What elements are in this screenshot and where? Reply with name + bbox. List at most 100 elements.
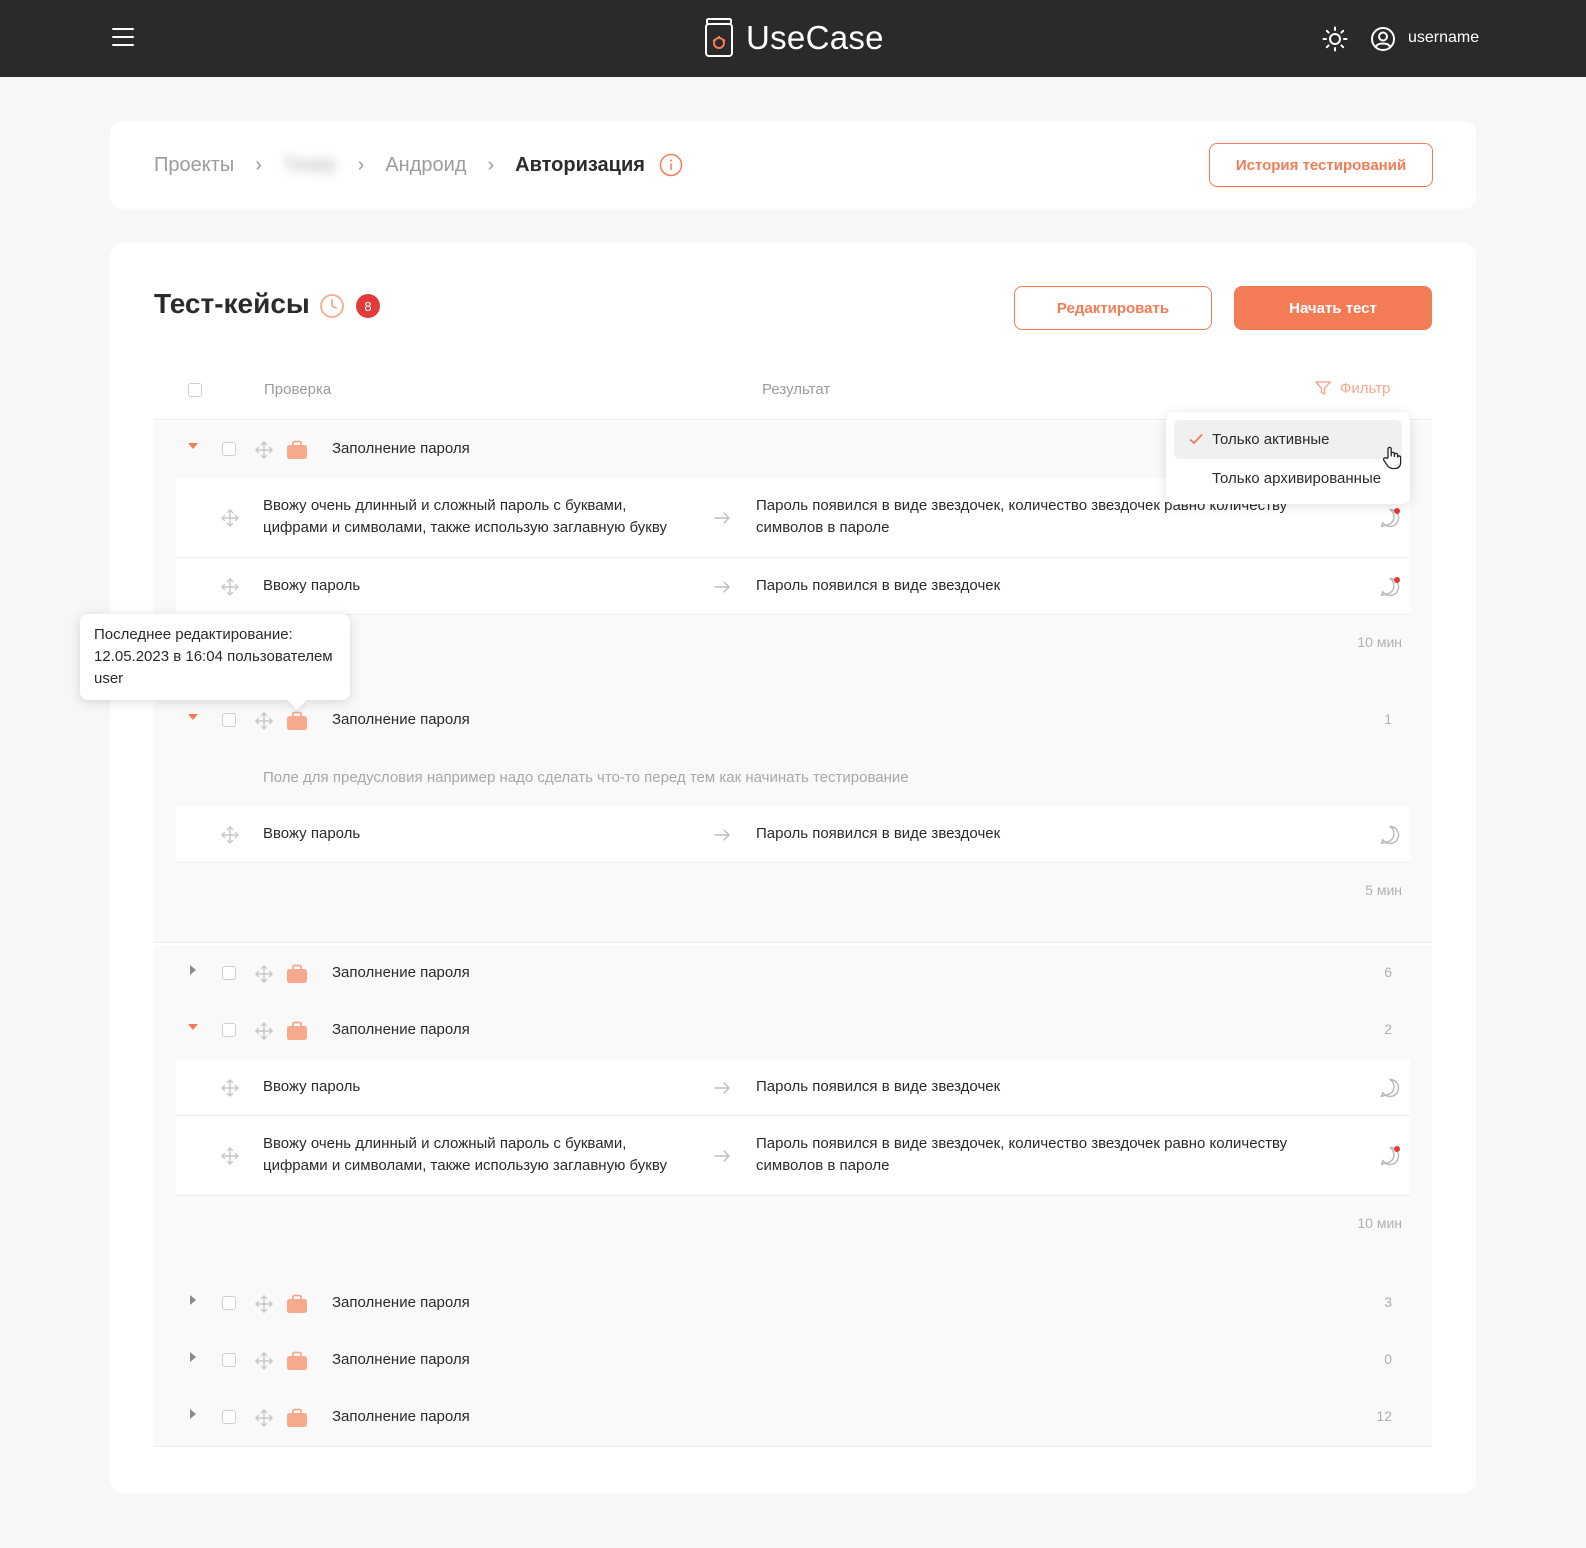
- filter-dropdown: Только активные Только архивированные: [1166, 412, 1410, 504]
- step-check[interactable]: Ввожу очень длинный и сложный пароль с б…: [263, 495, 693, 539]
- group-checkbox[interactable]: [222, 1296, 236, 1310]
- group-duration: 10 мин: [154, 1196, 1432, 1253]
- group-header[interactable]: Заполнение пароля 2: [154, 1002, 1432, 1059]
- folder-icon: [286, 1408, 308, 1432]
- group-checkbox[interactable]: [222, 713, 236, 727]
- group-count: 0: [1384, 1351, 1392, 1367]
- group-checkbox[interactable]: [222, 966, 236, 980]
- test-step-row: Ввожу пароль Пароль появился в виде звезд…: [176, 558, 1410, 615]
- logo[interactable]: UseCase: [704, 16, 884, 60]
- filter-label: Фильтр: [1340, 379, 1391, 397]
- filter-option-label: Только активные: [1212, 431, 1330, 448]
- sun-icon[interactable]: [1322, 26, 1348, 52]
- breadcrumb-item-android[interactable]: Андроид: [385, 154, 466, 177]
- breadcrumb-item-project[interactable]: Тизер: [283, 154, 337, 177]
- test-case-group: Заполнение пароля 0: [154, 1332, 1432, 1390]
- step-check-line: Ввожу очень длинный и сложный пароль с б…: [263, 497, 627, 514]
- step-check-line: цифрами и символами, также использую заг…: [263, 519, 667, 536]
- breadcrumb-item-current: Авторизация: [515, 153, 645, 176]
- drag-icon[interactable]: [220, 1146, 240, 1170]
- group-header[interactable]: Заполнение пароля 3: [154, 1275, 1432, 1332]
- breadcrumb-item-projects[interactable]: Проекты: [154, 154, 234, 177]
- comment-icon[interactable]: [1379, 1077, 1401, 1099]
- step-check[interactable]: Ввожу пароль: [263, 575, 693, 597]
- caret-icon[interactable]: [190, 1352, 196, 1362]
- step-check[interactable]: Ввожу пароль: [263, 1076, 693, 1098]
- group-count: 3: [1384, 1294, 1392, 1310]
- drag-icon[interactable]: [254, 1408, 274, 1432]
- drag-icon[interactable]: [254, 1351, 274, 1375]
- filter-option-archived[interactable]: Только архивированные: [1174, 459, 1402, 498]
- folder-icon: [286, 711, 308, 735]
- caret-icon[interactable]: [188, 443, 198, 449]
- start-test-button[interactable]: Начать тест: [1234, 286, 1432, 330]
- edit-button[interactable]: Редактировать: [1014, 286, 1212, 330]
- group-checkbox[interactable]: [222, 1353, 236, 1367]
- drag-icon[interactable]: [220, 508, 240, 532]
- arrow-right-icon: [712, 1146, 732, 1170]
- step-result[interactable]: Пароль появился в виде звездочек, количе…: [756, 1133, 1326, 1177]
- check-icon: [1189, 433, 1203, 445]
- step-check[interactable]: Ввожу очень длинный и сложный пароль с б…: [263, 1133, 693, 1177]
- caret-icon[interactable]: [190, 965, 196, 975]
- caret-icon[interactable]: [188, 1024, 198, 1030]
- group-name: Заполнение пароля: [332, 1021, 470, 1038]
- column-header-result: Результат: [762, 381, 831, 398]
- group-header[interactable]: Заполнение пароля 0: [154, 1332, 1432, 1389]
- comment-icon[interactable]: [1379, 507, 1401, 529]
- app-name: UseCase: [746, 19, 884, 56]
- group-checkbox[interactable]: [222, 442, 236, 456]
- test-step-row: Ввожу очень длинный и сложный пароль с б…: [176, 1116, 1410, 1196]
- step-check[interactable]: Ввожу пароль: [263, 823, 693, 845]
- group-name: Заполнение пароля: [332, 711, 470, 728]
- info-icon[interactable]: [659, 153, 683, 177]
- group-header[interactable]: Заполнение пароля 6: [154, 945, 1432, 1002]
- drag-icon[interactable]: [254, 1021, 274, 1045]
- step-result[interactable]: Пароль появился в виде звездочек: [756, 575, 1326, 597]
- arrow-right-icon: [712, 508, 732, 532]
- menu-icon[interactable]: [112, 28, 134, 46]
- drag-icon[interactable]: [254, 964, 274, 988]
- drag-icon[interactable]: [254, 711, 274, 735]
- chevron-right-icon: ›: [357, 153, 365, 176]
- tooltip-line: user: [94, 670, 124, 687]
- step-result-line: Пароль появился в виде звездочек: [756, 577, 1001, 594]
- step-check-line: цифрами и символами, также использую заг…: [263, 1157, 667, 1174]
- page-title: Тест-кейсы: [154, 288, 310, 319]
- folder-icon: [286, 1021, 308, 1045]
- group-checkbox[interactable]: [222, 1410, 236, 1424]
- drag-icon[interactable]: [254, 440, 274, 464]
- username[interactable]: username: [1408, 29, 1479, 47]
- group-header[interactable]: Заполнение пароля 1: [154, 692, 1432, 749]
- group-header[interactable]: Заполнение пароля 12: [154, 1389, 1432, 1446]
- caret-icon[interactable]: [190, 1295, 196, 1305]
- drag-icon[interactable]: [220, 577, 240, 601]
- chevron-right-icon: ›: [487, 153, 495, 176]
- test-step-row: Ввожу пароль Пароль появился в виде звезд…: [176, 806, 1410, 863]
- group-name: Заполнение пароля: [332, 1408, 470, 1425]
- drag-icon[interactable]: [220, 825, 240, 849]
- folder-icon: [286, 1351, 308, 1375]
- caret-icon[interactable]: [190, 1409, 196, 1419]
- filter-option-active[interactable]: Только активные: [1174, 420, 1402, 459]
- drag-icon[interactable]: [254, 1294, 274, 1318]
- folder-icon: [286, 1294, 308, 1318]
- comment-icon[interactable]: [1379, 1145, 1401, 1167]
- group-checkbox[interactable]: [222, 1023, 236, 1037]
- group-count: 2: [1384, 1021, 1392, 1037]
- filter-button[interactable]: Фильтр: [1314, 379, 1390, 397]
- breadcrumb-card: Проекты › Тизер › Андроид › Авторизация …: [110, 121, 1476, 209]
- comment-icon[interactable]: [1379, 576, 1401, 598]
- user-icon[interactable]: [1370, 26, 1396, 52]
- history-button[interactable]: История тестирований: [1209, 143, 1433, 187]
- select-all-checkbox[interactable]: [188, 383, 202, 397]
- step-result[interactable]: Пароль появился в виде звездочек: [756, 1076, 1326, 1098]
- comment-icon[interactable]: [1379, 824, 1401, 846]
- test-case-group: Заполнение пароля 1 Поле для предусловия н…: [154, 692, 1432, 943]
- step-result[interactable]: Пароль появился в виде звездочек: [756, 823, 1326, 845]
- clock-icon[interactable]: [319, 293, 345, 319]
- group-name: Заполнение пароля: [332, 440, 470, 457]
- count-badge: 8: [356, 294, 380, 318]
- caret-icon[interactable]: [188, 714, 198, 720]
- drag-icon[interactable]: [220, 1078, 240, 1102]
